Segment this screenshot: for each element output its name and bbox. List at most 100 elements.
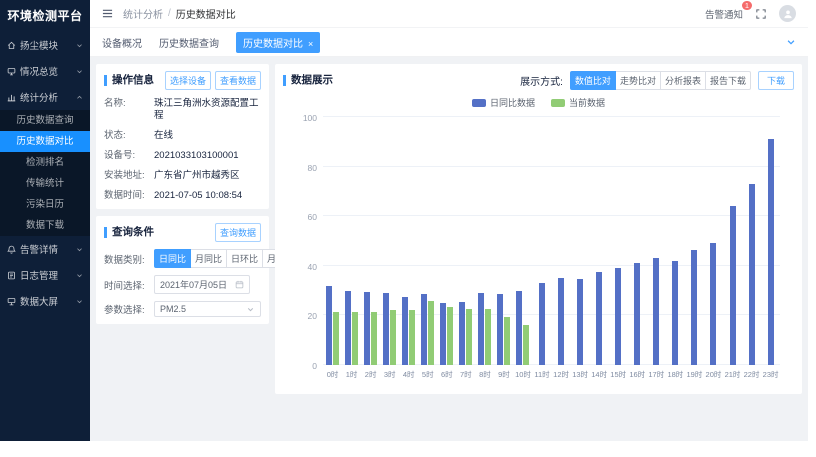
sidebar-item-4[interactable]: 日志管理 bbox=[0, 262, 90, 288]
display-mode-label: 展示方式: bbox=[520, 73, 563, 88]
menu-fold-icon[interactable] bbox=[102, 8, 113, 19]
x-tick-label: 11时 bbox=[533, 365, 552, 381]
sidebar-menu: 扬尘模块情况总览统计分析历史数据查询历史数据对比检测排名传输统计污染日历数据下载… bbox=[0, 32, 90, 314]
alarm-notification-label: 告警通知 bbox=[705, 10, 743, 21]
info-row: 安装地址:广东省广州市越秀区 bbox=[104, 170, 261, 182]
tab-历史数据对比[interactable]: 历史数据对比× bbox=[236, 32, 320, 53]
bar-日同比数据 bbox=[558, 278, 564, 365]
sidebar-item-2[interactable]: 统计分析 bbox=[0, 84, 90, 110]
alarm-icon bbox=[7, 245, 16, 254]
x-tick-label: 2时 bbox=[361, 365, 380, 381]
x-tick-label: 0时 bbox=[323, 365, 342, 381]
sidebar-item-3[interactable]: 告警详情 bbox=[0, 236, 90, 262]
breadcrumb-current: 历史数据对比 bbox=[176, 6, 236, 21]
avatar[interactable] bbox=[779, 5, 796, 22]
bar-group-22时 bbox=[742, 117, 761, 365]
sidebar-item-1[interactable]: 情况总览 bbox=[0, 58, 90, 84]
info-row: 设备号:2021033103100001 bbox=[104, 150, 261, 162]
info-row: 数据时间:2021-07-05 10:08:54 bbox=[104, 190, 261, 202]
option-日同比[interactable]: 日同比 bbox=[154, 249, 191, 268]
legend-item-当前数据[interactable]: 当前数据 bbox=[551, 96, 605, 109]
x-tick-label: 22时 bbox=[742, 365, 761, 381]
bar-日同比数据 bbox=[749, 184, 755, 365]
content-area: 操作信息 选择设备 查看数据 名称:珠江三角洲水资源配置工程状态:在线设备号:2… bbox=[90, 57, 808, 441]
bar-当前数据 bbox=[371, 312, 377, 365]
bar-日同比数据 bbox=[653, 258, 659, 365]
query-conditions-panel: 查询条件 查询数据 数据类别: 日同比月同比日环比月环比 时间选择: 2021年… bbox=[96, 216, 269, 324]
bar-group-21时 bbox=[723, 117, 742, 365]
data-display-title: 数据展示 bbox=[283, 75, 333, 86]
bar-当前数据 bbox=[352, 312, 358, 365]
x-tick-label: 15时 bbox=[609, 365, 628, 381]
option-月同比[interactable]: 月同比 bbox=[190, 249, 227, 268]
option-数值比对[interactable]: 数值比对 bbox=[570, 71, 616, 90]
bar-group-15时 bbox=[609, 117, 628, 365]
x-tick-label: 19时 bbox=[685, 365, 704, 381]
param-select[interactable]: PM2.5 bbox=[154, 301, 261, 317]
breadcrumb-section[interactable]: 统计分析 bbox=[123, 6, 163, 21]
calendar-icon bbox=[235, 280, 244, 289]
bar-日同比数据 bbox=[615, 268, 621, 365]
option-走势比对[interactable]: 走势比对 bbox=[615, 71, 661, 90]
legend-swatch bbox=[472, 99, 486, 107]
x-tick-label: 5时 bbox=[418, 365, 437, 381]
download-button[interactable]: 下载 bbox=[758, 71, 794, 90]
breadcrumb-separator: / bbox=[168, 8, 171, 19]
chevron-down-icon bbox=[76, 68, 83, 75]
x-tick-label: 6时 bbox=[437, 365, 456, 381]
option-报告下载[interactable]: 报告下载 bbox=[705, 71, 751, 90]
tab-close-icon[interactable]: × bbox=[308, 39, 313, 49]
operation-info-title: 操作信息 bbox=[104, 75, 154, 86]
option-分析报表[interactable]: 分析报表 bbox=[660, 71, 706, 90]
x-tick-label: 18时 bbox=[666, 365, 685, 381]
x-tick-label: 21时 bbox=[723, 365, 742, 381]
app-window: 环境检测平台 扬尘模块情况总览统计分析历史数据查询历史数据对比检测排名传输统计污… bbox=[0, 0, 808, 441]
sidebar-subitem[interactable]: 数据下载 bbox=[0, 215, 90, 236]
bar-group-9时 bbox=[494, 117, 513, 365]
sidebar-item-5[interactable]: 数据大屏 bbox=[0, 288, 90, 314]
tab-设备概况[interactable]: 设备概况 bbox=[102, 35, 142, 50]
sidebar-subitem[interactable]: 传输统计 bbox=[0, 173, 90, 194]
tab-历史数据查询[interactable]: 历史数据查询 bbox=[159, 35, 219, 50]
bar-日同比数据 bbox=[440, 303, 446, 365]
bar-日同比数据 bbox=[345, 291, 351, 365]
chevron-down-icon bbox=[76, 298, 83, 305]
x-tick-label: 14时 bbox=[590, 365, 609, 381]
bar-日同比数据 bbox=[596, 272, 602, 365]
x-tick-label: 3时 bbox=[380, 365, 399, 381]
sidebar-item-0[interactable]: 扬尘模块 bbox=[0, 32, 90, 58]
sidebar-submenu: 历史数据查询历史数据对比检测排名传输统计污染日历数据下载 bbox=[0, 110, 90, 236]
view-data-button[interactable]: 查看数据 bbox=[215, 71, 261, 90]
option-日环比[interactable]: 日环比 bbox=[226, 249, 263, 268]
bar-group-17时 bbox=[647, 117, 666, 365]
x-tick-label: 16时 bbox=[628, 365, 647, 381]
bar-当前数据 bbox=[409, 310, 415, 365]
y-tick-label: 100 bbox=[291, 113, 317, 123]
sidebar-subitem[interactable]: 污染日历 bbox=[0, 194, 90, 215]
sidebar-subitem[interactable]: 历史数据查询 bbox=[0, 110, 90, 131]
notification-badge: 1 bbox=[742, 1, 752, 10]
bar-日同比数据 bbox=[421, 294, 427, 365]
y-tick-label: 80 bbox=[291, 163, 317, 173]
date-picker-input[interactable]: 2021年07月05日 bbox=[154, 275, 250, 294]
x-tick-label: 20时 bbox=[704, 365, 723, 381]
bar-group-19时 bbox=[685, 117, 704, 365]
sidebar: 环境检测平台 扬尘模块情况总览统计分析历史数据查询历史数据对比检测排名传输统计污… bbox=[0, 0, 90, 441]
sidebar-subitem[interactable]: 历史数据对比 bbox=[0, 131, 90, 152]
info-row: 名称:珠江三角洲水资源配置工程 bbox=[104, 98, 261, 122]
x-tick-label: 23时 bbox=[761, 365, 780, 381]
bar-当前数据 bbox=[485, 309, 491, 365]
fullscreen-icon[interactable] bbox=[756, 9, 766, 19]
y-tick-label: 20 bbox=[291, 311, 317, 321]
y-tick-label: 40 bbox=[291, 262, 317, 272]
stats-icon bbox=[7, 93, 16, 102]
bar-group-8时 bbox=[475, 117, 494, 365]
legend-item-日同比数据[interactable]: 日同比数据 bbox=[472, 96, 535, 109]
query-data-button[interactable]: 查询数据 bbox=[215, 223, 261, 242]
tabbar-chevron-down-icon[interactable] bbox=[786, 37, 796, 47]
select-device-button[interactable]: 选择设备 bbox=[165, 71, 211, 90]
bar-group-14时 bbox=[590, 117, 609, 365]
sidebar-subitem[interactable]: 检测排名 bbox=[0, 152, 90, 173]
chevron-down-icon bbox=[246, 305, 255, 314]
alarm-notification-link[interactable]: 告警通知 1 bbox=[705, 7, 743, 21]
